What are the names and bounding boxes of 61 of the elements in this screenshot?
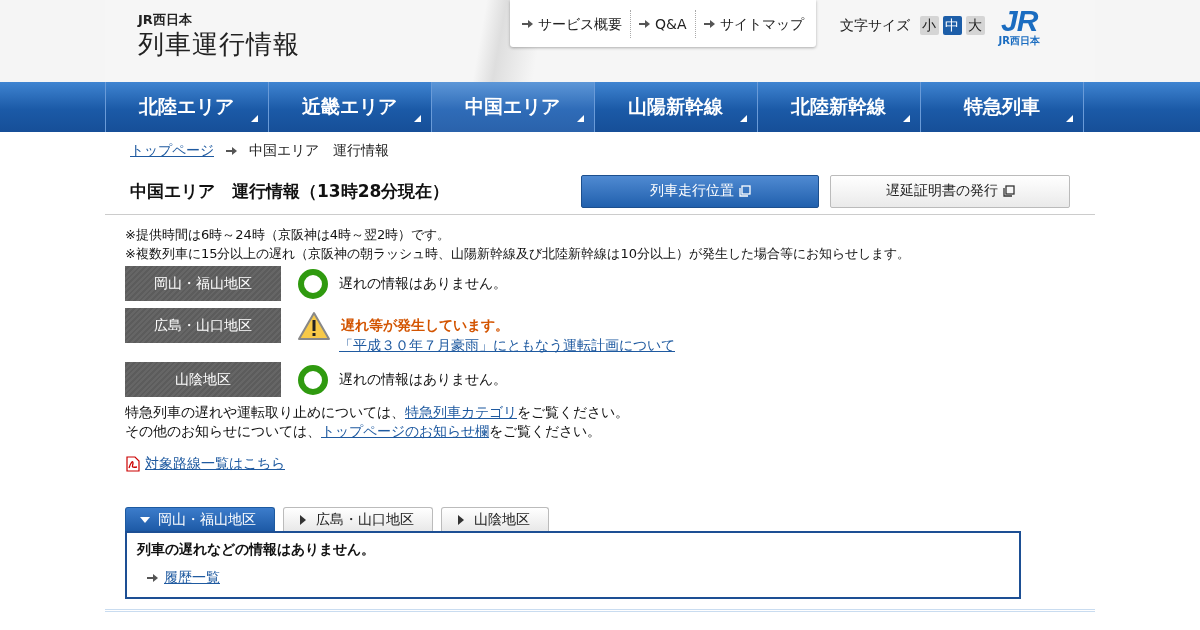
- area-tab[interactable]: 山陰地区: [441, 507, 549, 531]
- brand-logo-mark: JR: [1001, 7, 1038, 35]
- area-tab[interactable]: 岡山・福山地区: [125, 507, 275, 531]
- area-label: 岡山・福山地区: [125, 266, 281, 301]
- nav-tab[interactable]: 特急列車: [920, 82, 1084, 132]
- new-window-icon: [738, 185, 751, 197]
- header-link[interactable]: Q&A: [630, 9, 695, 38]
- status-message: 遅れの情報はありません。: [339, 274, 507, 293]
- corner-triangle-icon: [739, 115, 747, 122]
- info-text: その他のお知らせについては、トップページのお知らせ欄をご覧ください。: [125, 422, 602, 441]
- arrow-icon: [226, 146, 237, 156]
- corner-triangle-icon: [902, 115, 910, 122]
- font-size-button[interactable]: 中: [942, 16, 962, 35]
- arrow-icon: [703, 18, 715, 29]
- notice-link[interactable]: 「平成３０年７月豪雨」にともなう運転計画について: [339, 337, 675, 355]
- warning-icon: [297, 310, 331, 341]
- header-link[interactable]: サイトマップ: [694, 9, 812, 38]
- area-label: 広島・山口地区: [125, 308, 281, 343]
- panel-message: 列車の遅れなどの情報はありません。: [137, 541, 376, 559]
- logo-subtitle: JR西日本: [138, 11, 193, 29]
- action-button[interactable]: 遅延証明書の発行: [830, 174, 1070, 208]
- breadcrumb-link[interactable]: トップページ: [130, 142, 214, 160]
- action-button[interactable]: 列車走行位置: [581, 174, 819, 208]
- arrow-icon: [639, 18, 650, 29]
- new-window-icon: [1002, 185, 1015, 197]
- nav-tab[interactable]: 北陸新幹線: [757, 82, 921, 132]
- caret-right-icon: [456, 514, 466, 525]
- ok-ring-icon: [297, 363, 329, 396]
- corner-triangle-icon: [413, 115, 421, 122]
- header-link[interactable]: サービス概要: [514, 9, 630, 38]
- status-message: 遅れ等が発生しています。: [341, 316, 509, 335]
- area-label: 山陰地区: [125, 362, 281, 397]
- arrow-icon: [147, 573, 158, 583]
- inline-link[interactable]: 特急列車カテゴリ: [405, 404, 517, 420]
- corner-triangle-icon: [576, 115, 584, 122]
- note-text: ※提供時間は6時～24時（京阪神は4時～翌2時）です。: [125, 226, 452, 244]
- breadcrumb-current: 中国エリア 運行情報: [249, 142, 389, 160]
- area-tab[interactable]: 広島・山口地区: [283, 507, 433, 531]
- pdf-link[interactable]: 対象路線一覧はこちら: [145, 455, 285, 473]
- nav-tab[interactable]: 山陽新幹線: [594, 82, 758, 132]
- pdf-icon: [125, 456, 141, 472]
- info-text: 特急列車の遅れや運転取り止めについては、特急列車カテゴリ をご覧ください。: [125, 403, 630, 422]
- caret-right-icon: [298, 514, 308, 525]
- ok-ring-icon: [297, 267, 329, 300]
- nav-tab[interactable]: 中国エリア: [431, 82, 595, 132]
- arrow-icon: [522, 18, 533, 29]
- brand-logo-caption: JR西日本: [998, 35, 1040, 46]
- font-size-button[interactable]: 大: [965, 16, 985, 35]
- status-message: 遅れの情報はありません。: [339, 370, 507, 389]
- nav-tab[interactable]: 北陸エリア: [105, 82, 269, 132]
- caret-down-icon: [140, 514, 150, 525]
- nav-tab[interactable]: 近畿エリア: [268, 82, 432, 132]
- inline-link[interactable]: トップページのお知らせ欄: [321, 423, 489, 439]
- history-link[interactable]: 履歴一覧: [164, 569, 220, 587]
- font-size-label: 文字サイズ: [839, 16, 910, 35]
- font-size-button[interactable]: 小: [919, 16, 939, 35]
- note-text: ※複数列車に15分以上の遅れ（京阪神の朝ラッシュ時、山陽新幹線及び北陸新幹線は10分以上）が発生した場合等にお知らせします。: [125, 245, 911, 263]
- page-heading: 中国エリア 運行情報（13時28分現在）: [130, 179, 451, 203]
- logo-title[interactable]: 列車運行情報: [138, 29, 468, 59]
- corner-triangle-icon: [250, 115, 258, 122]
- corner-triangle-icon: [1065, 115, 1073, 122]
